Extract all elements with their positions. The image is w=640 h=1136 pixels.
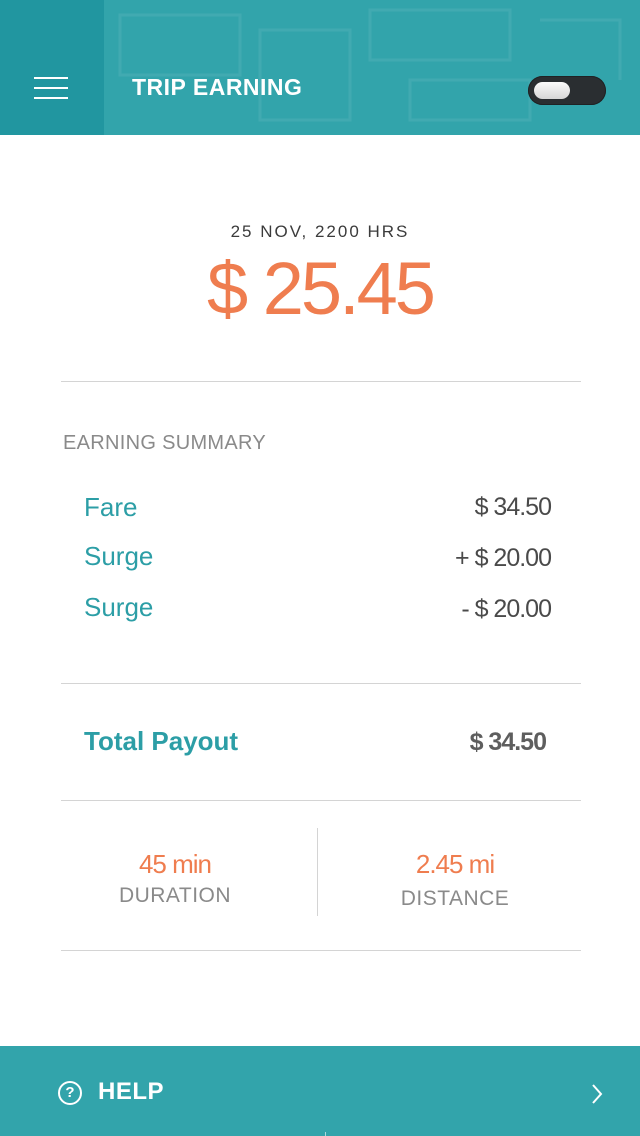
toggle-knob xyxy=(534,82,570,99)
chevron-right-icon xyxy=(592,1084,603,1104)
header-background-pattern xyxy=(118,8,622,122)
question-circle-icon: ? xyxy=(58,1081,82,1105)
status-toggle[interactable] xyxy=(528,76,606,105)
summary-row-value: $ 34.50 xyxy=(474,493,552,521)
summary-row-value: - $ 20.00 xyxy=(461,595,552,623)
divider xyxy=(61,683,581,684)
total-payout-label: Total Payout xyxy=(84,726,239,756)
distance-value: 2.45 mi xyxy=(415,849,495,879)
help-button[interactable]: ? HELP xyxy=(0,1046,640,1136)
distance-label: DISTANCE xyxy=(400,887,510,910)
footer-tick xyxy=(325,1132,326,1136)
summary-row-label: Surge xyxy=(84,541,154,571)
summary-row-label: Fare xyxy=(84,492,138,522)
divider xyxy=(61,800,581,801)
duration-value: 45 min xyxy=(138,849,212,879)
summary-row-label: Surge xyxy=(84,592,154,622)
summary-row-value: + $ 20.00 xyxy=(455,544,552,572)
stats-divider xyxy=(317,828,318,916)
trip-datetime: 25 NOV, 2200 HRS xyxy=(230,222,410,241)
page-title: TRIP EARNING xyxy=(132,74,303,100)
menu-button[interactable] xyxy=(0,0,104,135)
earning-summary-title: EARNING SUMMARY xyxy=(63,432,267,454)
trip-amount: $ 25.45 xyxy=(207,247,436,330)
help-label: HELP xyxy=(98,1078,165,1105)
total-payout-value: $ 34.50 xyxy=(469,728,547,756)
app-header: TRIP EARNING xyxy=(0,0,640,135)
duration-label: DURATION xyxy=(118,884,232,907)
divider xyxy=(61,950,581,951)
divider xyxy=(61,381,581,382)
